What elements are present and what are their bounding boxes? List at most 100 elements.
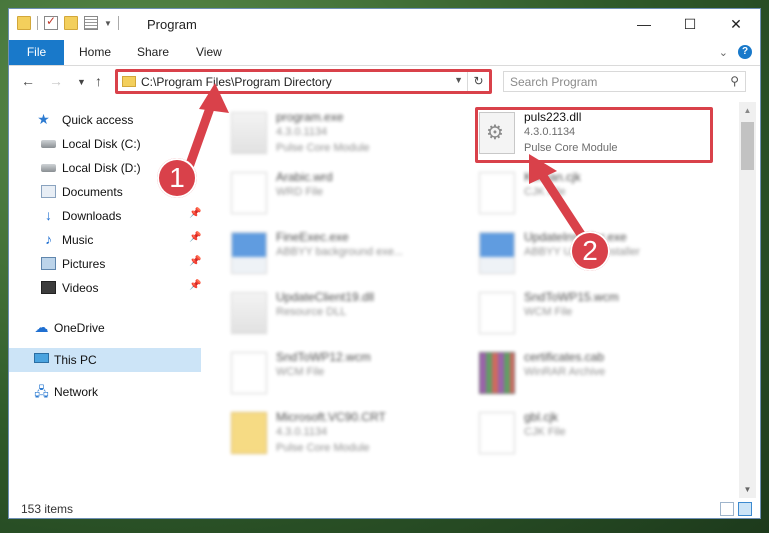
file-type: WinRAR Archive [524, 366, 606, 378]
file-item[interactable]: gbl.cjk CJK File [457, 408, 697, 466]
maximize-button[interactable]: ☐ [667, 9, 713, 40]
scroll-down-icon[interactable]: ▼ [739, 481, 756, 498]
scroll-up-icon[interactable]: ▲ [739, 102, 756, 119]
file-type: CJK File [524, 426, 566, 438]
properties-check-icon[interactable] [44, 14, 58, 30]
tab-view[interactable]: View [196, 40, 222, 65]
file-item[interactable]: Korean.cjk CJK File [457, 168, 697, 226]
folder-icon [17, 16, 31, 30]
tab-share[interactable]: Share [137, 40, 169, 65]
tiles-view-icon[interactable] [738, 502, 752, 516]
application-icon [479, 232, 515, 274]
file-item[interactable]: Arabic.wrd WRD File [209, 168, 449, 226]
item-count: 153 items [21, 502, 74, 516]
computer-icon [34, 353, 49, 363]
nav-label: Pictures [62, 257, 106, 271]
nav-label: Quick access [62, 113, 134, 127]
generic-file-icon [479, 172, 515, 214]
forward-arrow-icon[interactable]: → [49, 73, 63, 89]
pin-icon: 📌 [189, 208, 202, 219]
navigation-bar: ← → ▼ ↑ C:\Program Files\Program Directo… [9, 66, 760, 98]
download-icon: ↓ [45, 207, 52, 223]
window-title: Program [147, 17, 197, 32]
folder-icon [231, 412, 267, 454]
nav-item-pictures[interactable]: Pictures 📌 [9, 252, 201, 276]
title-bar: ▼ Program — ☐ ✕ [9, 9, 760, 40]
file-name: Microsoft.VC90.CRT [276, 410, 386, 424]
file-item[interactable]: FineExec.exe ABBYY background exe... [209, 228, 449, 286]
file-type: CJK File [524, 186, 566, 198]
view-switcher [720, 502, 752, 516]
file-name: SndToWP12.wcm [276, 350, 371, 364]
dll-file-icon [231, 292, 267, 334]
file-type: WCM File [276, 366, 325, 378]
nav-label: Network [54, 385, 99, 399]
file-type: WRD File [276, 186, 324, 198]
nav-label: Local Disk (C:) [62, 137, 141, 151]
nav-label: Downloads [62, 209, 122, 223]
callout-1: 1 [157, 158, 197, 198]
file-item[interactable]: certificates.cab WinRAR Archive [457, 348, 697, 406]
file-name: gbl.cjk [524, 410, 559, 424]
nav-item-local-disk-c[interactable]: Local Disk (C:) [9, 132, 201, 156]
details-view-icon[interactable] [720, 502, 734, 516]
nav-item-this-pc[interactable]: This PC [9, 348, 201, 372]
back-arrow-icon[interactable]: ← [21, 73, 35, 89]
toolbar-dropdown-icon[interactable]: ▼ [104, 19, 112, 28]
minimize-button[interactable]: — [621, 9, 667, 40]
exe-file-icon [231, 112, 267, 154]
nav-label: Music [62, 233, 94, 247]
file-item[interactable]: UpdateClient19.dll Resource DLL [209, 288, 449, 346]
file-item[interactable]: SndToWP12.wcm WCM File [209, 348, 449, 406]
file-type: WCM File [524, 306, 573, 318]
new-folder-icon[interactable] [64, 16, 78, 30]
ribbon-tabs: File Home Share View ⌄ ? [9, 40, 760, 66]
nav-item-downloads[interactable]: ↓ Downloads 📌 [9, 204, 201, 228]
tab-file[interactable]: File [9, 40, 64, 65]
nav-item-quick-access[interactable]: ★ Quick access [9, 108, 201, 132]
tab-home[interactable]: Home [79, 40, 111, 65]
toolbar-separator [117, 16, 119, 30]
help-icon[interactable]: ? [738, 45, 752, 59]
file-item[interactable]: Microsoft.VC90.CRT 4.3.0.1134 Pulse Core… [209, 408, 449, 466]
nav-label: Documents [62, 185, 123, 199]
file-name: Korean.cjk [524, 170, 581, 184]
file-name: certificates.cab [524, 350, 605, 364]
search-icon[interactable]: ⚲ [730, 74, 739, 88]
file-item[interactable]: program.exe 4.3.0.1134 Pulse Core Module [209, 108, 449, 166]
close-button[interactable]: ✕ [713, 9, 759, 40]
network-icon: 🖧 [34, 384, 49, 399]
customize-toolbar-icon[interactable] [84, 16, 98, 30]
recent-locations-icon[interactable]: ▼ [77, 77, 86, 87]
disk-icon [41, 164, 56, 172]
file-item[interactable]: SndToWP15.wcm WCM File [457, 288, 697, 346]
nav-label: This PC [54, 353, 97, 367]
pictures-icon [41, 257, 56, 270]
nav-item-network[interactable]: 🖧 Network [9, 380, 201, 404]
music-icon: ♪ [45, 231, 52, 247]
file-name: Arabic.wrd [276, 170, 333, 184]
address-highlight-box [115, 69, 492, 94]
generic-file-icon [479, 412, 515, 454]
star-icon: ★ [37, 111, 50, 127]
documents-icon [41, 185, 56, 198]
file-description: Pulse Core Module [276, 442, 370, 454]
scroll-thumb[interactable] [741, 122, 754, 170]
nav-item-music[interactable]: ♪ Music 📌 [9, 228, 201, 252]
vertical-scrollbar[interactable]: ▲ ▼ [739, 102, 756, 498]
nav-item-videos[interactable]: Videos 📌 [9, 276, 201, 300]
pin-icon: 📌 [189, 280, 202, 291]
file-explorer-window: ▼ Program — ☐ ✕ File Home Share View ⌄ ?… [8, 8, 761, 519]
file-type: ABBYY background exe... [276, 246, 403, 258]
file-name: FineExec.exe [276, 230, 349, 244]
quick-access-toolbar: ▼ [17, 14, 119, 30]
videos-icon [41, 281, 56, 294]
disk-icon [41, 140, 56, 148]
application-icon [231, 232, 267, 274]
expand-ribbon-icon[interactable]: ⌄ [719, 46, 728, 59]
nav-item-onedrive[interactable]: ☁ OneDrive [9, 316, 201, 340]
up-arrow-icon[interactable]: ↑ [95, 73, 102, 89]
file-name: SndToWP15.wcm [524, 290, 619, 304]
search-box[interactable]: Search Program ⚲ [503, 71, 746, 92]
file-description: Pulse Core Module [276, 142, 370, 154]
